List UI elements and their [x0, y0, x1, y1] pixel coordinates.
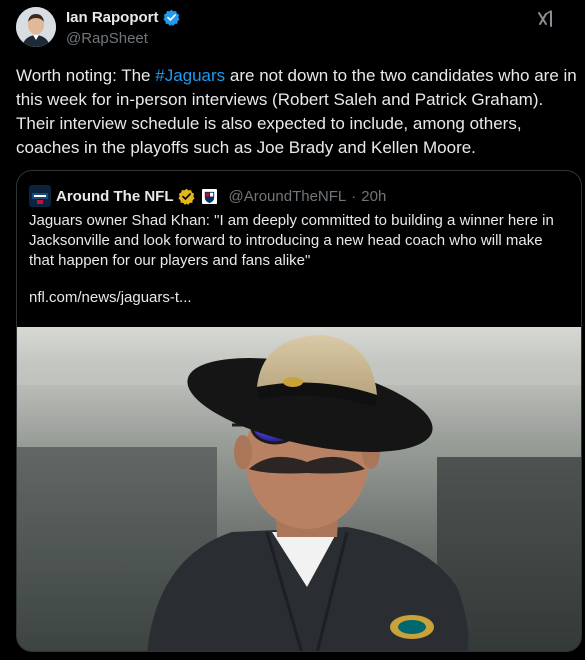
author-name-text[interactable]: Ian Rapoport [66, 9, 159, 26]
quoted-author-name[interactable]: Around The NFL [56, 188, 173, 205]
verified-gold-badge-icon [178, 188, 196, 205]
hashtag-link[interactable]: #Jaguars [155, 66, 225, 85]
post-text-before: Worth noting: The [16, 66, 156, 85]
quoted-author-handle[interactable]: @AroundTheNFL [228, 188, 346, 205]
quoted-timestamp[interactable]: 20h [361, 188, 386, 205]
affiliate-badge-icon [202, 188, 218, 204]
author-avatar[interactable] [16, 7, 56, 47]
quoted-avatar[interactable] [29, 185, 51, 207]
author-handle[interactable]: @RapSheet [66, 30, 148, 47]
verified-badge-icon [162, 9, 180, 26]
quoted-post-header: Around The NFL @AroundTheNFL · 20h [29, 185, 386, 207]
grok-icon[interactable] [537, 10, 555, 28]
photo-man-in-hat [17, 327, 581, 651]
post: Ian Rapoport @RapSheet Worth noting: The… [0, 0, 585, 660]
quoted-post[interactable]: Around The NFL @AroundTheNFL · 20h Jagua… [16, 170, 582, 652]
quoted-media-image[interactable] [17, 327, 581, 651]
post-text: Worth noting: The #Jaguars are not down … [16, 64, 578, 160]
quoted-separator: · [351, 187, 357, 205]
quoted-post-text: Jaguars owner Shad Khan: "I am deeply co… [29, 212, 554, 269]
quoted-link[interactable]: nfl.com/news/jaguars-t... [29, 289, 192, 306]
author-name[interactable]: Ian Rapoport [66, 9, 180, 26]
